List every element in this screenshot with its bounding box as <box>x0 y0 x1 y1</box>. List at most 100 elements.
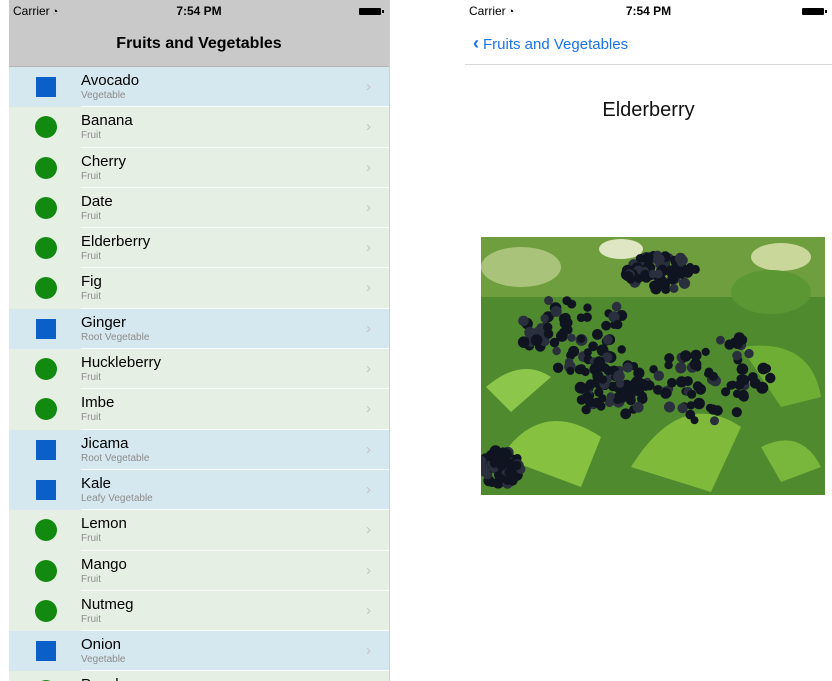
list-item[interactable]: Banana Fruit › <box>9 107 389 148</box>
square-icon <box>36 641 56 662</box>
list-item[interactable]: Ginger Root Vegetable › <box>9 308 389 350</box>
berry <box>592 329 603 340</box>
berry <box>567 299 577 309</box>
berry <box>585 379 596 390</box>
chevron-right-icon: › <box>366 480 371 498</box>
back-button[interactable]: ‹ Fruits and Vegetables <box>473 33 628 54</box>
berry <box>644 380 655 391</box>
berry <box>544 296 554 305</box>
berry <box>678 277 691 289</box>
circle-icon <box>35 196 57 219</box>
berry <box>744 348 754 359</box>
list-item[interactable]: Jicama Root Vegetable › <box>9 429 389 470</box>
chevron-right-icon: › <box>366 642 371 660</box>
berry <box>496 474 506 484</box>
berry <box>640 269 650 279</box>
item-name: Lemon <box>81 515 127 533</box>
berry <box>617 345 626 354</box>
navigation-bar: ‹ Fruits and Vegetables <box>465 22 832 65</box>
list-item[interactable]: Avocado Vegetable › <box>9 67 389 108</box>
item-name: Peach <box>81 676 124 681</box>
berry <box>518 315 529 327</box>
circle-icon <box>35 116 57 139</box>
berry <box>489 458 499 468</box>
berry <box>540 314 549 323</box>
berry <box>507 475 518 486</box>
item-name: Huckleberry <box>81 354 162 372</box>
chevron-right-icon: › <box>366 400 371 418</box>
item-kind: Fruit <box>81 210 101 222</box>
list-item[interactable]: Kale Leafy Vegetable › <box>9 469 389 511</box>
circle-icon <box>35 358 57 381</box>
list-item[interactable]: Elderberry Fruit › <box>9 228 389 269</box>
berry <box>549 337 560 348</box>
list-screen: Carrier ◔ 7:54 PM Fruits and Vegetables A… <box>9 0 390 681</box>
battery-icon <box>802 8 827 15</box>
list-item[interactable]: Onion Vegetable › <box>9 631 389 672</box>
list-item[interactable]: Lemon Fruit › <box>9 510 389 551</box>
berry <box>613 370 625 383</box>
list-item[interactable]: Fig Fruit › <box>9 268 389 309</box>
item-name: Onion <box>81 636 122 654</box>
berry <box>732 350 742 361</box>
status-time: 7:54 PM <box>625 4 672 18</box>
berry <box>708 371 718 381</box>
chevron-right-icon: › <box>366 198 371 216</box>
berry <box>686 401 696 410</box>
berry <box>765 372 776 384</box>
item-name: Fig <box>81 273 102 291</box>
list-item[interactable]: Mango Fruit › <box>9 550 389 591</box>
berry <box>710 416 719 426</box>
back-label: Fruits and Vegetables <box>483 36 629 53</box>
list-item[interactable]: PeachFruit› <box>9 671 389 681</box>
circle-icon <box>35 599 57 622</box>
berry <box>677 403 688 414</box>
berry <box>682 266 694 278</box>
list-item[interactable]: Date Fruit › <box>9 187 389 229</box>
berry <box>642 252 655 264</box>
berry <box>762 364 772 373</box>
berry <box>676 376 688 388</box>
item-name: Banana <box>81 112 133 130</box>
list-item[interactable]: Huckleberry Fruit › <box>9 349 389 390</box>
berry <box>552 362 564 373</box>
item-kind: Fruit <box>81 372 101 384</box>
chevron-right-icon: › <box>366 239 371 257</box>
list-item[interactable]: Imbe Fruit › <box>9 389 389 430</box>
circle-icon <box>35 237 57 260</box>
item-kind: Fruit <box>81 613 101 625</box>
berry <box>512 460 522 471</box>
berry <box>596 401 606 411</box>
berry <box>623 271 634 282</box>
berry <box>705 403 715 413</box>
berry <box>583 303 592 312</box>
chevron-right-icon: › <box>366 78 371 95</box>
list-item[interactable]: Cherry Fruit › <box>9 147 389 188</box>
berry <box>721 387 731 397</box>
berry <box>664 353 675 364</box>
berry <box>582 312 592 322</box>
status-bar: Carrier ◔ 7:54 PM <box>465 0 832 22</box>
berry <box>653 370 664 381</box>
berry <box>602 334 613 345</box>
chevron-right-icon: › <box>366 319 371 337</box>
item-kind: Fruit <box>81 573 101 585</box>
berry <box>502 448 511 457</box>
list-item[interactable]: Nutmeg Fruit › <box>9 590 389 632</box>
item-kind: Fruit <box>81 170 101 182</box>
berry <box>611 301 622 312</box>
berry <box>582 391 593 402</box>
berry <box>487 478 497 487</box>
square-icon <box>36 439 56 460</box>
berry <box>731 407 742 418</box>
berry <box>690 416 699 425</box>
item-name: Nutmeg <box>81 595 134 613</box>
berry <box>593 356 605 368</box>
item-name: Kale <box>81 474 112 492</box>
berry <box>657 278 670 291</box>
berry <box>689 358 702 371</box>
berry <box>667 377 677 388</box>
item-name: Ginger <box>81 313 127 331</box>
berry <box>632 376 644 388</box>
detail-screen: Carrier ◔ 7:54 PM ‹ Fruits and Vegetables … <box>465 0 832 681</box>
